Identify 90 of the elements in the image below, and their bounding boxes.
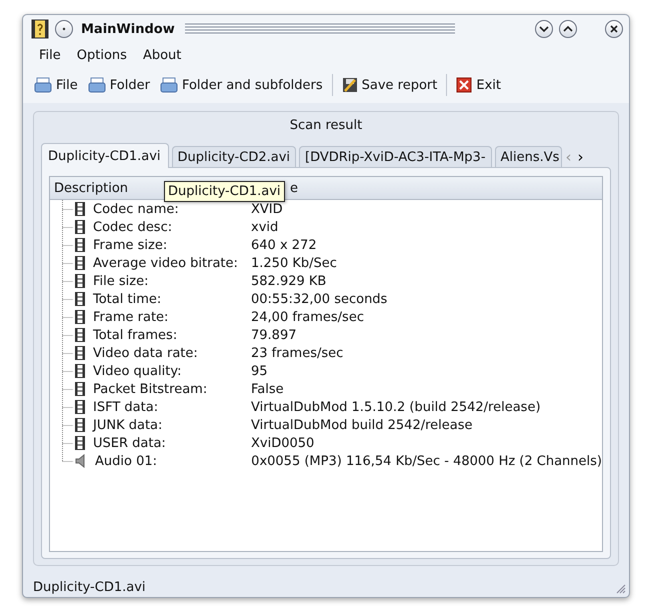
property-name: Frame size: xyxy=(93,238,168,252)
property-name: Packet Bitstream: xyxy=(93,382,208,396)
toolbar-button[interactable]: Folder xyxy=(82,75,155,95)
property-value: VirtualDubMod 1.5.10.2 (build 2542/release) xyxy=(251,400,541,414)
film-icon xyxy=(31,19,49,39)
toolbar-button[interactable]: Exit xyxy=(451,75,506,95)
chevron-down-icon xyxy=(539,25,549,33)
property-value: 582.929 KB xyxy=(251,274,326,288)
tab[interactable]: Duplicity-CD2.avi xyxy=(172,146,296,167)
property-name: Video quality: xyxy=(93,364,182,378)
property-value: False xyxy=(251,382,284,396)
resize-grip-icon[interactable] xyxy=(614,582,626,594)
film-strip-icon xyxy=(75,346,85,360)
film-strip-icon xyxy=(75,292,85,306)
property-value: 79.897 xyxy=(251,328,296,342)
property-name: Average video bitrate: xyxy=(93,256,239,270)
property-value: 0x0055 (MP3) 116,54 Kb/Sec - 48000 Hz (2 Channels) xyxy=(251,454,602,468)
tree-branch-line xyxy=(59,254,73,272)
property-name: File size: xyxy=(93,274,150,288)
window-menu-button[interactable] xyxy=(55,20,73,38)
menu-item[interactable]: About xyxy=(134,48,190,62)
close-button[interactable] xyxy=(605,20,623,38)
tab[interactable]: [DVDRip-XviD-AC3-ITA-Mp3- xyxy=(299,146,492,167)
property-name: Codec name: xyxy=(93,202,180,216)
property-name: Total time: xyxy=(93,292,162,306)
tab[interactable]: Aliens.Vs xyxy=(494,146,562,167)
film-strip-icon xyxy=(75,364,85,378)
property-value: VirtualDubMod build 2542/release xyxy=(251,418,473,432)
tree-branch-line xyxy=(59,380,73,398)
film-strip-icon xyxy=(75,256,85,270)
film-strip-icon xyxy=(75,418,85,432)
property-name: Video data rate: xyxy=(93,346,199,360)
group-title: Scan result xyxy=(288,117,364,135)
film-strip-icon xyxy=(75,400,85,414)
close-icon xyxy=(609,24,619,34)
toolbar-button[interactable]: Folder and subfolders xyxy=(154,75,328,95)
tree-branch-line xyxy=(59,344,73,362)
save-icon xyxy=(342,77,358,93)
minimize-button[interactable] xyxy=(535,20,553,38)
property-value: 95 xyxy=(251,364,268,378)
scanner-icon xyxy=(88,77,106,93)
film-strip-icon xyxy=(75,238,85,252)
tree-branch-line xyxy=(59,308,73,326)
property-value: 1.250 Kb/Sec xyxy=(251,256,337,270)
tab[interactable]: Duplicity-CD1.avi xyxy=(41,143,168,168)
tree-branch-line xyxy=(59,398,73,416)
scanner-icon xyxy=(160,77,178,93)
maximize-button[interactable] xyxy=(559,20,577,38)
menu-item[interactable]: Options xyxy=(68,48,135,62)
menu-item[interactable]: File xyxy=(31,48,69,62)
tooltip: Duplicity-CD1.avi xyxy=(164,181,284,202)
property-value: XVID xyxy=(251,202,283,216)
film-strip-icon xyxy=(75,202,85,216)
property-name: Frame rate: xyxy=(93,310,170,324)
film-strip-icon xyxy=(75,328,85,342)
property-value: XviD0050 xyxy=(251,436,314,450)
property-value: 23 frames/sec xyxy=(251,346,344,360)
tree-branch-line xyxy=(59,236,73,254)
film-strip-icon xyxy=(75,382,85,396)
property-name: Total frames: xyxy=(93,328,178,342)
tree-branch-line xyxy=(59,416,73,434)
chevron-up-icon xyxy=(563,25,573,33)
tree-branch-line xyxy=(59,290,73,308)
property-name: Audio 01: xyxy=(95,454,158,468)
property-value: 24,00 frames/sec xyxy=(251,310,364,324)
film-strip-icon xyxy=(75,220,85,234)
toolbar-button[interactable]: File xyxy=(29,75,83,95)
tree-branch-line xyxy=(59,218,73,236)
film-strip-icon xyxy=(75,436,85,450)
property-name: USER data: xyxy=(93,436,167,450)
scroll-right-button[interactable]: › xyxy=(574,146,586,167)
tree-branch-line xyxy=(59,200,73,218)
film-strip-icon xyxy=(75,310,85,324)
film-strip-icon xyxy=(75,274,85,288)
property-value: 00:55:32,00 seconds xyxy=(251,292,388,306)
property-name: ISFT data: xyxy=(93,400,160,414)
property-value: xvid xyxy=(251,220,278,234)
property-name: Codec desc: xyxy=(93,220,174,234)
exit-icon xyxy=(456,77,472,93)
tree-branch-line xyxy=(59,272,73,290)
toolbar-button[interactable]: Save report xyxy=(336,75,442,95)
status-text: Duplicity-CD1.avi xyxy=(33,580,146,595)
window-title: MainWindow xyxy=(81,22,175,36)
scanner-icon xyxy=(34,77,52,93)
speaker-icon xyxy=(75,454,87,468)
property-name: JUNK data: xyxy=(93,418,164,432)
dot-icon xyxy=(62,27,66,31)
tree-branch-line xyxy=(59,326,73,344)
tree-branch-line xyxy=(59,362,73,380)
property-value: 640 x 272 xyxy=(251,238,317,252)
